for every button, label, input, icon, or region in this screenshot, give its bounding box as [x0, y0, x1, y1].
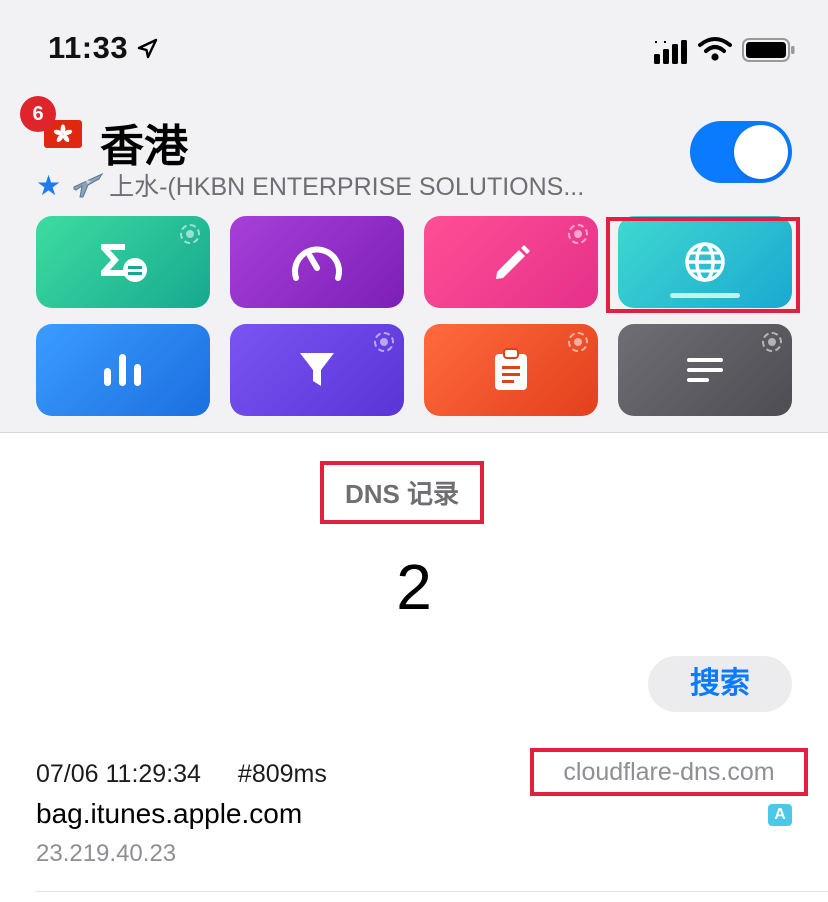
dashed-dot-icon — [180, 224, 200, 244]
filter-funnel-icon — [300, 353, 334, 386]
location-arrow-icon — [137, 38, 158, 59]
pencil-icon — [496, 245, 530, 279]
toggle-knob — [734, 125, 788, 179]
record-timestamp: 07/06 11:29:34 — [36, 760, 201, 788]
dashed-dot-icon — [568, 332, 588, 352]
tile-rules[interactable] — [230, 324, 404, 416]
record-domain[interactable]: bag.itunes.apple.com — [36, 798, 302, 830]
clipboard-icon — [495, 348, 527, 390]
text-lines-icon — [687, 358, 723, 382]
wifi-icon — [698, 37, 732, 61]
server-highlight — [530, 748, 808, 796]
search-button[interactable]: 搜索 — [648, 656, 792, 712]
record-ip: 23.219.40.23 — [36, 840, 177, 867]
sigma-list-icon — [101, 244, 147, 282]
dashed-dot-icon — [762, 332, 782, 352]
signal-icon — [654, 40, 687, 64]
selected-tile-highlight — [606, 217, 800, 313]
tile-text[interactable] — [618, 324, 792, 416]
tile-speed-test[interactable] — [230, 216, 404, 308]
speedometer-icon — [292, 246, 342, 281]
bar-chart-icon — [104, 354, 141, 386]
record-duration: #809ms — [237, 760, 327, 788]
record-type-badge: A — [768, 804, 792, 826]
tile-edit[interactable] — [424, 216, 598, 308]
record-meta: 07/06 11:29:34 #809ms — [36, 760, 327, 789]
battery-icon — [742, 38, 795, 62]
section-title-highlight — [320, 461, 484, 524]
divider — [36, 891, 828, 892]
proxy-subtitle[interactable]: ★ 上水-(HKBN ENTERPRISE SOLUTIONS... — [36, 168, 584, 202]
dashed-dot-icon — [568, 224, 588, 244]
tile-overview[interactable] — [36, 216, 210, 308]
star-icon: ★ — [36, 169, 62, 201]
main-toggle-switch[interactable] — [690, 121, 792, 183]
tile-statistics[interactable] — [36, 324, 210, 416]
notification-badge: 6 — [20, 96, 56, 132]
dashed-dot-icon — [374, 332, 394, 352]
airplane-icon — [73, 172, 104, 198]
subtitle-text: 上水-(HKBN ENTERPRISE SOLUTIONS... — [109, 173, 585, 201]
page-title: 香港 — [100, 122, 188, 171]
tile-logs[interactable] — [424, 324, 598, 416]
record-count: 2 — [396, 551, 432, 623]
status-time: 11:33 — [48, 30, 129, 65]
